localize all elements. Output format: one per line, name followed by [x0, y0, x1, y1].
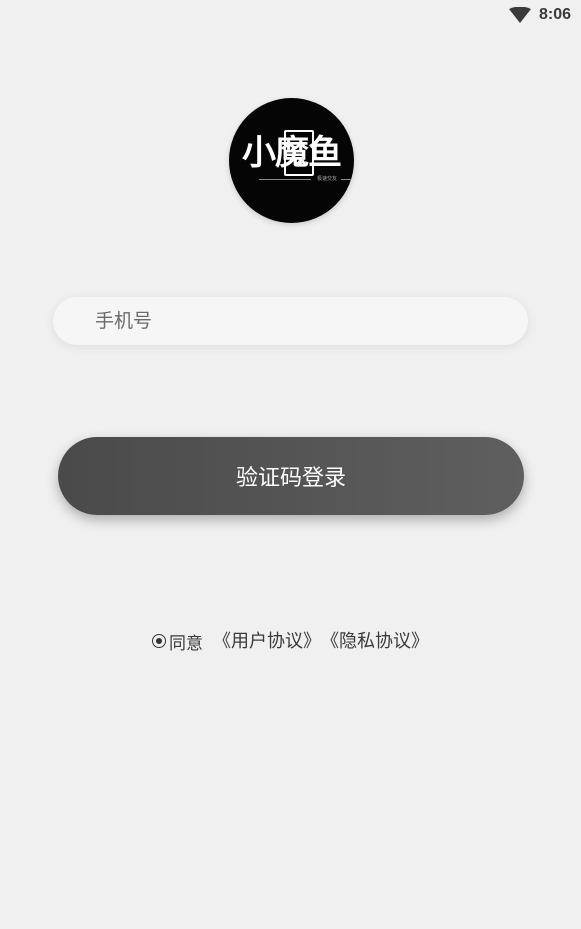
agree-label: 同意 — [169, 634, 203, 654]
privacy-policy-link[interactable]: 《隐私协议》 — [321, 627, 429, 653]
logo-subtext: 极速交友 — [316, 176, 337, 182]
logo-divider-left — [259, 179, 311, 180]
agree-radio-icon[interactable] — [152, 634, 166, 648]
phone-field[interactable] — [53, 297, 528, 345]
status-time: 8:06 — [538, 6, 571, 23]
logo-divider-right — [341, 179, 354, 180]
app-logo: 小魔鱼 极速交友 — [229, 98, 354, 223]
logo-text: 小魔鱼 — [242, 133, 342, 173]
user-agreement-link[interactable]: 《用户协议》 — [213, 627, 321, 653]
wifi-icon — [508, 7, 531, 23]
status-bar: 8:06 — [508, 0, 581, 30]
phone-input[interactable] — [93, 309, 528, 333]
verification-code-login-button[interactable]: 验证码登录 — [58, 437, 524, 515]
agreement-row: 同意 《用户协议》 《隐私协议》 — [0, 626, 581, 654]
